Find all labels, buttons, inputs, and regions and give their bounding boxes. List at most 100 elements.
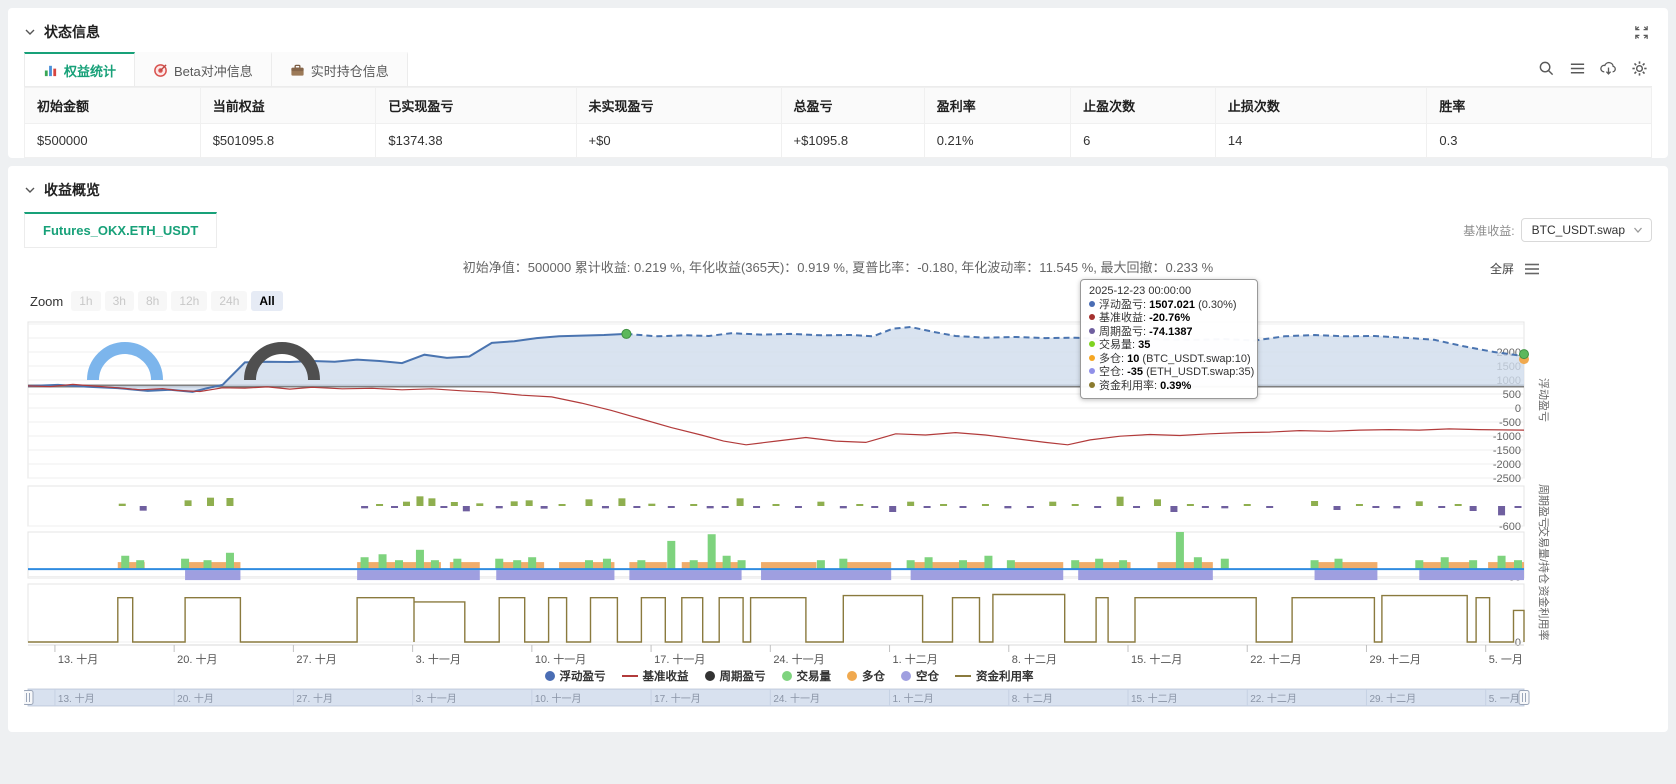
navigator-label: 10. 十一月 — [535, 692, 582, 705]
zoom-button-all[interactable]: All — [251, 291, 282, 311]
long-position-band — [911, 562, 986, 569]
tab-realtime-positions[interactable]: 实时持仓信息 — [272, 52, 408, 86]
volume-bar — [1514, 560, 1522, 569]
period-pnl-bar — [1515, 506, 1522, 508]
search-icon[interactable] — [1538, 60, 1555, 77]
legend-item[interactable]: 周期盈亏 — [705, 668, 766, 684]
legend-marker-icon — [545, 671, 555, 681]
volume-bar — [136, 560, 144, 569]
legend-label: 浮动盈亏 — [560, 668, 606, 684]
period-pnl-bar — [1470, 506, 1477, 511]
period-pnl-bar — [1049, 502, 1056, 506]
period-pnl-bar — [140, 506, 147, 511]
legend-item[interactable]: 多仓 — [847, 668, 885, 684]
status-tabs: 权益统计 Beta对冲信息 实时持仓信息 — [24, 52, 1652, 87]
chart-title: 初始净值：500000 累计收益: 0.219 %, 年化收益(365天)：0.… — [24, 258, 1652, 280]
volume-bar — [513, 560, 521, 569]
period-pnl-bar — [924, 506, 931, 508]
period-pnl-bar — [1266, 506, 1273, 508]
short-position-band — [496, 570, 614, 580]
tab-label: Beta对冲信息 — [174, 61, 253, 80]
navigator-label: 22. 十二月 — [1250, 692, 1297, 705]
period-pnl-bar — [1133, 506, 1140, 508]
pane-axis-title: 交易量/持仓 — [1537, 526, 1551, 584]
period-pnl-bar — [907, 502, 914, 506]
period-pnl-bar — [226, 498, 233, 506]
period-pnl-bar — [559, 504, 566, 506]
legend-marker-icon — [847, 671, 857, 681]
volume-bar — [1221, 559, 1229, 569]
x-axis-label: 29. 十二月 — [1369, 652, 1420, 666]
period-pnl-bar — [391, 506, 398, 508]
period-pnl-bar — [1498, 506, 1505, 515]
collapse-chevron-icon[interactable] — [24, 184, 36, 196]
volume-bar — [925, 557, 933, 569]
table-cell: $1374.38 — [376, 124, 576, 158]
period-pnl-bar — [753, 506, 760, 508]
x-axis-label: 13. 十月 — [58, 652, 98, 666]
period-pnl-bar — [1372, 506, 1379, 508]
legend-item[interactable]: 基准收益 — [622, 668, 689, 684]
short-position-band — [1315, 570, 1378, 580]
table-cell: 0.21% — [924, 124, 1070, 158]
volume-bar — [528, 557, 536, 569]
legend-item[interactable]: 空仓 — [901, 668, 939, 684]
chevron-down-icon — [1633, 225, 1643, 235]
navigator-handle-right[interactable] — [1519, 691, 1529, 705]
table-row: $500000$501095.8$1374.38+$0+$1095.80.21%… — [25, 124, 1652, 158]
x-axis-label: 3. 十一月 — [416, 652, 461, 666]
x-axis-label: 22. 十二月 — [1250, 652, 1301, 666]
axis-tick-label: 0 — [1515, 637, 1521, 649]
navigator[interactable]: 13. 十月20. 十月27. 十月3. 十一月10. 十一月17. 十一月24… — [24, 689, 1529, 706]
x-axis-label: 8. 十二月 — [1012, 652, 1057, 666]
expand-icon[interactable] — [1633, 24, 1650, 41]
multi-pane-stock-chart[interactable]: 2000150010005000-500-1000-1500-2000-2500… — [24, 282, 1554, 712]
legend-item[interactable]: 浮动盈亏 — [545, 668, 606, 684]
tab-futures-okx-eth-usdt[interactable]: Futures_OKX.ETH_USDT — [24, 212, 217, 248]
zoom-label: Zoom — [30, 294, 63, 309]
bar-chart-icon — [43, 63, 58, 78]
cloud-download-icon[interactable] — [1600, 60, 1617, 77]
period-pnl-bar — [960, 506, 967, 508]
gear-icon[interactable] — [1631, 60, 1648, 77]
period-pnl-bar — [119, 504, 126, 506]
period-pnl-bar — [773, 504, 780, 506]
tab-beta-hedge[interactable]: Beta对冲信息 — [135, 52, 272, 86]
returns-panel-title: 收益概览 — [44, 180, 100, 200]
period-pnl-bar — [1094, 506, 1101, 508]
period-pnl-bar — [1004, 506, 1011, 508]
period-pnl-bar — [451, 502, 458, 506]
column-header: 初始金额 — [25, 88, 201, 124]
table-cell: 14 — [1215, 124, 1427, 158]
navigator-handle-left[interactable] — [24, 691, 33, 705]
pane-axis-title: 周期盈亏 — [1537, 484, 1550, 528]
column-header: 止损次数 — [1215, 88, 1427, 124]
tab-equity-stats[interactable]: 权益统计 — [24, 52, 135, 86]
long-position-band — [1008, 562, 1063, 569]
navigator-label: 8. 十二月 — [1012, 692, 1053, 705]
split-marker — [622, 329, 631, 338]
chart-menu-icon[interactable] — [1524, 262, 1540, 276]
benchmark-select[interactable]: BTC_USDT.swap — [1521, 218, 1652, 242]
menu-icon[interactable] — [1569, 60, 1586, 77]
volume-bar — [1194, 557, 1202, 569]
legend-label: 交易量 — [797, 668, 832, 684]
period-pnl-bar — [207, 498, 214, 506]
period-pnl-bar — [1221, 506, 1228, 508]
fullscreen-button[interactable]: 全屏 — [1490, 260, 1514, 277]
legend-marker-icon — [782, 671, 792, 681]
volume-bar — [1007, 560, 1015, 569]
period-pnl-bar — [428, 498, 435, 506]
briefcase-icon — [290, 63, 305, 78]
period-pnl-bar — [541, 506, 548, 509]
volume-bar — [839, 559, 847, 569]
legend-item[interactable]: 交易量 — [782, 668, 832, 684]
x-axis-label: 10. 十一月 — [535, 652, 586, 666]
legend-item[interactable]: 资金利用率 — [955, 668, 1034, 684]
x-axis-label: 24. 十一月 — [773, 652, 824, 666]
returns-panel: 收益概览 Futures_OKX.ETH_USDT 基准收益: BTC_USDT… — [8, 166, 1668, 732]
collapse-chevron-icon[interactable] — [24, 26, 36, 38]
column-header: 已实现盈亏 — [376, 88, 576, 124]
axis-tick-label: 0 — [1515, 403, 1521, 415]
long-position-band — [1157, 562, 1212, 569]
